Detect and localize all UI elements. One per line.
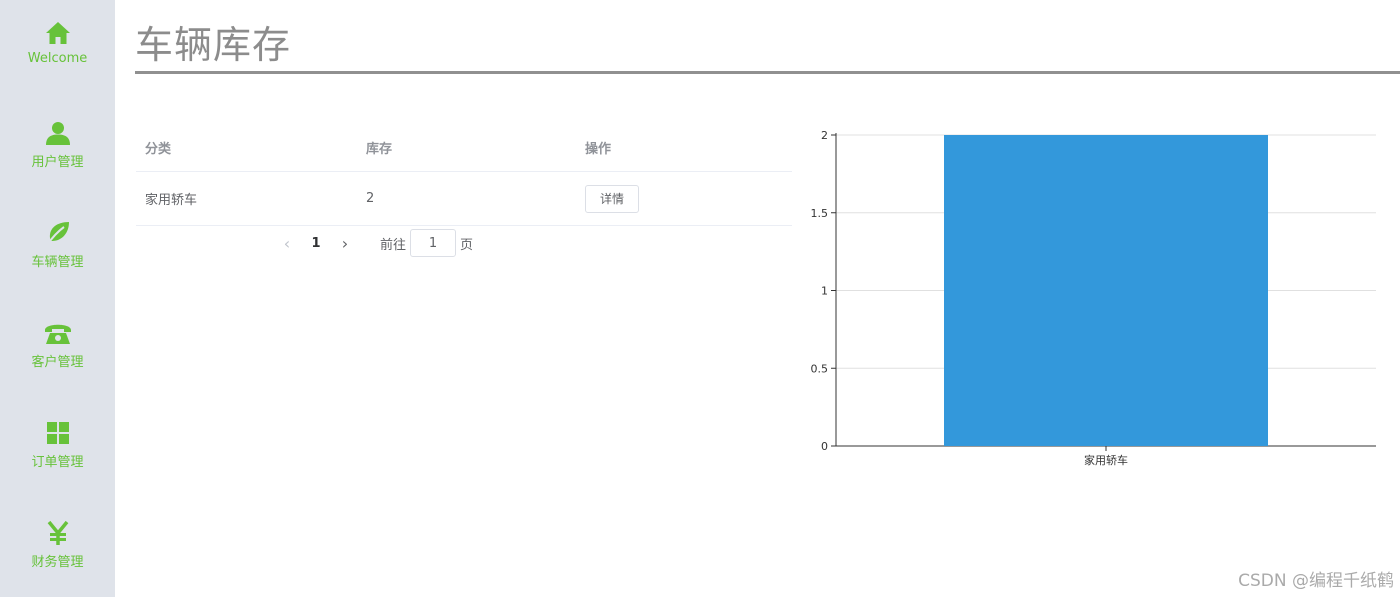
nav-label-finance: 财务管理 — [31, 555, 84, 570]
leaf-icon — [0, 218, 115, 248]
nav-item-customers[interactable]: 客户管理 — [0, 318, 115, 388]
nav-label-vehicles: 车辆管理 — [31, 255, 84, 270]
column-header-category: 分类 — [145, 142, 172, 157]
page-suffix-label: 页 — [460, 237, 474, 253]
sidebar: Welcome 用户管理 车辆管理 客户管理 订单管理 财务管理 — [0, 0, 115, 597]
inventory-table: 分类 库存 操作 家用轿车 2 详情 — [136, 124, 792, 226]
title-divider — [135, 71, 1400, 74]
detail-button[interactable]: 详情 — [585, 184, 640, 213]
next-page-icon[interactable]: › — [334, 234, 356, 253]
column-header-stock: 库存 — [366, 142, 393, 157]
page-number[interactable]: 1 — [298, 236, 334, 251]
nav-item-welcome[interactable]: Welcome — [0, 18, 115, 88]
nav-item-orders[interactable]: 订单管理 — [0, 418, 115, 488]
y-tick-label: 0 — [821, 440, 828, 453]
table-header-row: 分类 库存 操作 — [136, 124, 792, 172]
goto-label: 前往 — [380, 237, 407, 253]
y-tick-label: 1.5 — [811, 207, 829, 220]
pagination: ‹ 1 › 前往 页 — [276, 229, 473, 257]
prev-page-icon[interactable]: ‹ — [276, 234, 298, 253]
cell-stock: 2 — [366, 191, 375, 206]
grid-icon — [0, 418, 115, 448]
page-title: 车辆库存 — [135, 23, 292, 67]
phone-icon — [0, 318, 115, 348]
bar — [944, 135, 1268, 446]
x-tick-label: 家用轿车 — [1084, 453, 1128, 467]
nav-label-users: 用户管理 — [31, 155, 84, 170]
watermark: CSDN @编程千纸鹤 — [1238, 571, 1394, 591]
stock-bar-chart: 0 0.5 1 1.5 2 家用轿车 — [811, 129, 1376, 467]
y-tick-label: 2 — [821, 129, 828, 142]
nav-item-vehicles[interactable]: 车辆管理 — [0, 218, 115, 288]
y-tick-label: 0.5 — [811, 362, 829, 375]
home-icon — [0, 18, 115, 48]
cell-action: 详情 — [585, 172, 640, 225]
y-tick-label: 1 — [821, 285, 828, 298]
nav-label-orders: 订单管理 — [31, 455, 84, 470]
nav-label-welcome: Welcome — [27, 51, 88, 66]
cell-category: 家用轿车 — [145, 193, 198, 208]
column-header-action: 操作 — [585, 142, 612, 157]
goto-page-input[interactable] — [410, 229, 457, 257]
nav-item-finance[interactable]: 财务管理 — [0, 518, 115, 588]
yen-icon — [0, 518, 115, 548]
table-row: 家用轿车 2 详情 — [136, 172, 792, 226]
nav-label-customers: 客户管理 — [31, 355, 84, 370]
user-icon — [0, 118, 115, 148]
nav-item-users[interactable]: 用户管理 — [0, 118, 115, 188]
